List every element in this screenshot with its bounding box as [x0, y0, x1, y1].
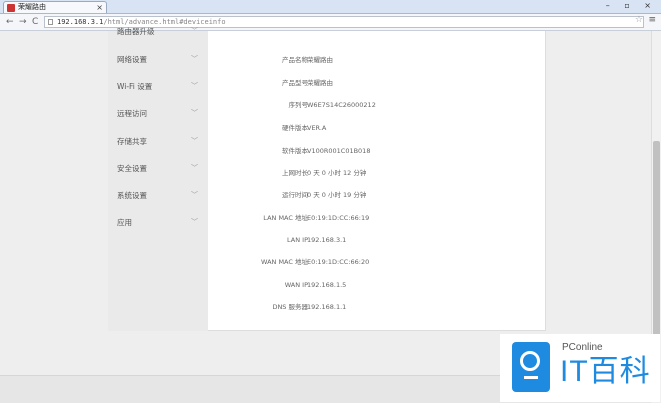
info-row-product-name: 产品名称 荣耀路由 [208, 53, 546, 67]
chevron-down-icon: ﹀ [191, 82, 198, 90]
logo-ring [520, 351, 540, 371]
sidebar-item-label: 路由器升级 [117, 27, 155, 36]
sidebar-item-storage[interactable]: 存储共享 ﹀ [108, 128, 208, 155]
info-value: 荣耀路由 [307, 56, 333, 64]
chevron-down-icon: ﹀ [191, 191, 198, 199]
browser-tab[interactable]: 荣耀路由 × [3, 1, 107, 13]
sidebar-item-apps[interactable]: 应用 ﹀ [108, 209, 208, 236]
device-info-panel: 产品名称 荣耀路由 产品型号 荣耀路由 序列号 W6E7S14C26000212… [208, 31, 546, 331]
sidebar-item-label: 应用 [117, 218, 132, 227]
window-controls[interactable]: – ▫ × [606, 1, 657, 10]
info-row-online-time: 上网时长 0 天 0 小时 12 分钟 [208, 166, 546, 180]
sidebar-item-label: 存储共享 [117, 137, 147, 146]
info-value: V100R001C01B018 [307, 147, 371, 155]
info-value: E0:19:1D:CC:66:19 [307, 214, 370, 222]
back-icon[interactable]: ← [6, 16, 14, 28]
info-label: DNS 服务器 [272, 303, 308, 311]
info-label: 运行时间 [282, 191, 308, 199]
reload-icon[interactable]: C [32, 16, 38, 28]
info-row-serial: 序列号 W6E7S14C26000212 [208, 98, 546, 112]
sidebar-item-network[interactable]: 网络设置 ﹀ [108, 46, 208, 73]
close-tab-icon[interactable]: × [96, 2, 103, 13]
info-value: 荣耀路由 [307, 79, 333, 87]
info-label: 硬件版本 [282, 124, 308, 132]
sidebar-item-wifi[interactable]: Wi-Fi 设置 ﹀ [108, 73, 208, 100]
sidebar-item-remote-access[interactable]: 远程访问 ﹀ [108, 100, 208, 127]
info-value: VER.A [307, 124, 327, 132]
sidebar-item-router-upgrade[interactable]: 路由器升级 ﹀ [108, 18, 208, 45]
watermark-brand-small: PConline [562, 342, 603, 353]
info-value: E0:19:1D:CC:66:20 [307, 258, 370, 266]
info-value: 0 天 0 小时 19 分钟 [307, 191, 367, 199]
pconline-logo-icon [512, 342, 550, 392]
page-icon [48, 19, 53, 25]
info-row-dns: DNS 服务器 192.168.1.1 [208, 300, 546, 314]
info-value: 0 天 0 小时 12 分钟 [307, 169, 367, 177]
info-row-wan-mac: WAN MAC 地址 E0:19:1D:CC:66:20 [208, 255, 546, 269]
url-host: 192.168.3.1 [57, 18, 104, 26]
favicon-icon [7, 4, 15, 12]
info-row-lan-ip: LAN IP 192.168.3.1 [208, 233, 546, 247]
info-value: W6E7S14C26000212 [307, 101, 376, 109]
info-value: 192.168.1.5 [307, 281, 347, 289]
watermark: PConline IT百科 [500, 334, 660, 402]
sidebar: 路由器升级 ﹀ 网络设置 ﹀ Wi-Fi 设置 ﹀ 远程访问 ﹀ 存储共享 ﹀ … [108, 27, 208, 331]
info-row-software-version: 软件版本 V100R001C01B018 [208, 144, 546, 158]
info-label: 软件版本 [282, 147, 308, 155]
info-label: WAN IP [284, 281, 308, 289]
info-label: 序列号 [288, 101, 309, 109]
sidebar-item-label: 网络设置 [117, 55, 147, 64]
sidebar-item-label: Wi-Fi 设置 [117, 82, 153, 91]
info-row-wan-ip: WAN IP 192.168.1.5 [208, 278, 546, 292]
sidebar-item-label: 安全设置 [117, 164, 147, 173]
forward-icon[interactable]: → [19, 16, 27, 28]
info-label: 产品名称 [282, 56, 308, 64]
tab-title: 荣耀路由 [18, 3, 46, 11]
sidebar-item-security[interactable]: 安全设置 ﹀ [108, 155, 208, 182]
info-label: 产品型号 [282, 79, 308, 87]
sidebar-item-system[interactable]: 系统设置 ﹀ [108, 182, 208, 209]
browser-menu-icon[interactable]: ≡ [648, 15, 656, 25]
bookmark-star-icon[interactable]: ☆ [635, 15, 643, 25]
sidebar-item-label: 系统设置 [117, 191, 147, 200]
sidebar-item-label: 远程访问 [117, 109, 147, 118]
info-row-hardware-version: 硬件版本 VER.A [208, 121, 546, 135]
info-label: WAN MAC 地址 [261, 258, 308, 266]
info-label: LAN MAC 地址 [263, 214, 308, 222]
browser-tab-bar: 荣耀路由 × – ▫ × [0, 0, 661, 14]
info-row-lan-mac: LAN MAC 地址 E0:19:1D:CC:66:19 [208, 211, 546, 225]
info-value: 192.168.1.1 [307, 303, 347, 311]
browser-toolbar: ← → C 192.168.3.1/html/advance.html#devi… [0, 14, 661, 31]
chevron-down-icon: ﹀ [191, 27, 198, 35]
watermark-brand-big: IT百科 [560, 355, 651, 388]
chevron-down-icon: ﹀ [191, 218, 198, 226]
chevron-down-icon: ﹀ [191, 55, 198, 63]
info-value: 192.168.3.1 [307, 236, 347, 244]
info-label: LAN IP [287, 236, 308, 244]
chevron-down-icon: ﹀ [191, 164, 198, 172]
info-row-product-model: 产品型号 荣耀路由 [208, 76, 546, 90]
info-row-uptime: 运行时间 0 天 0 小时 19 分钟 [208, 188, 546, 202]
chevron-down-icon: ﹀ [191, 137, 198, 145]
info-label: 上网时长 [282, 169, 308, 177]
chevron-down-icon: ﹀ [191, 109, 198, 117]
logo-bar [524, 376, 538, 379]
